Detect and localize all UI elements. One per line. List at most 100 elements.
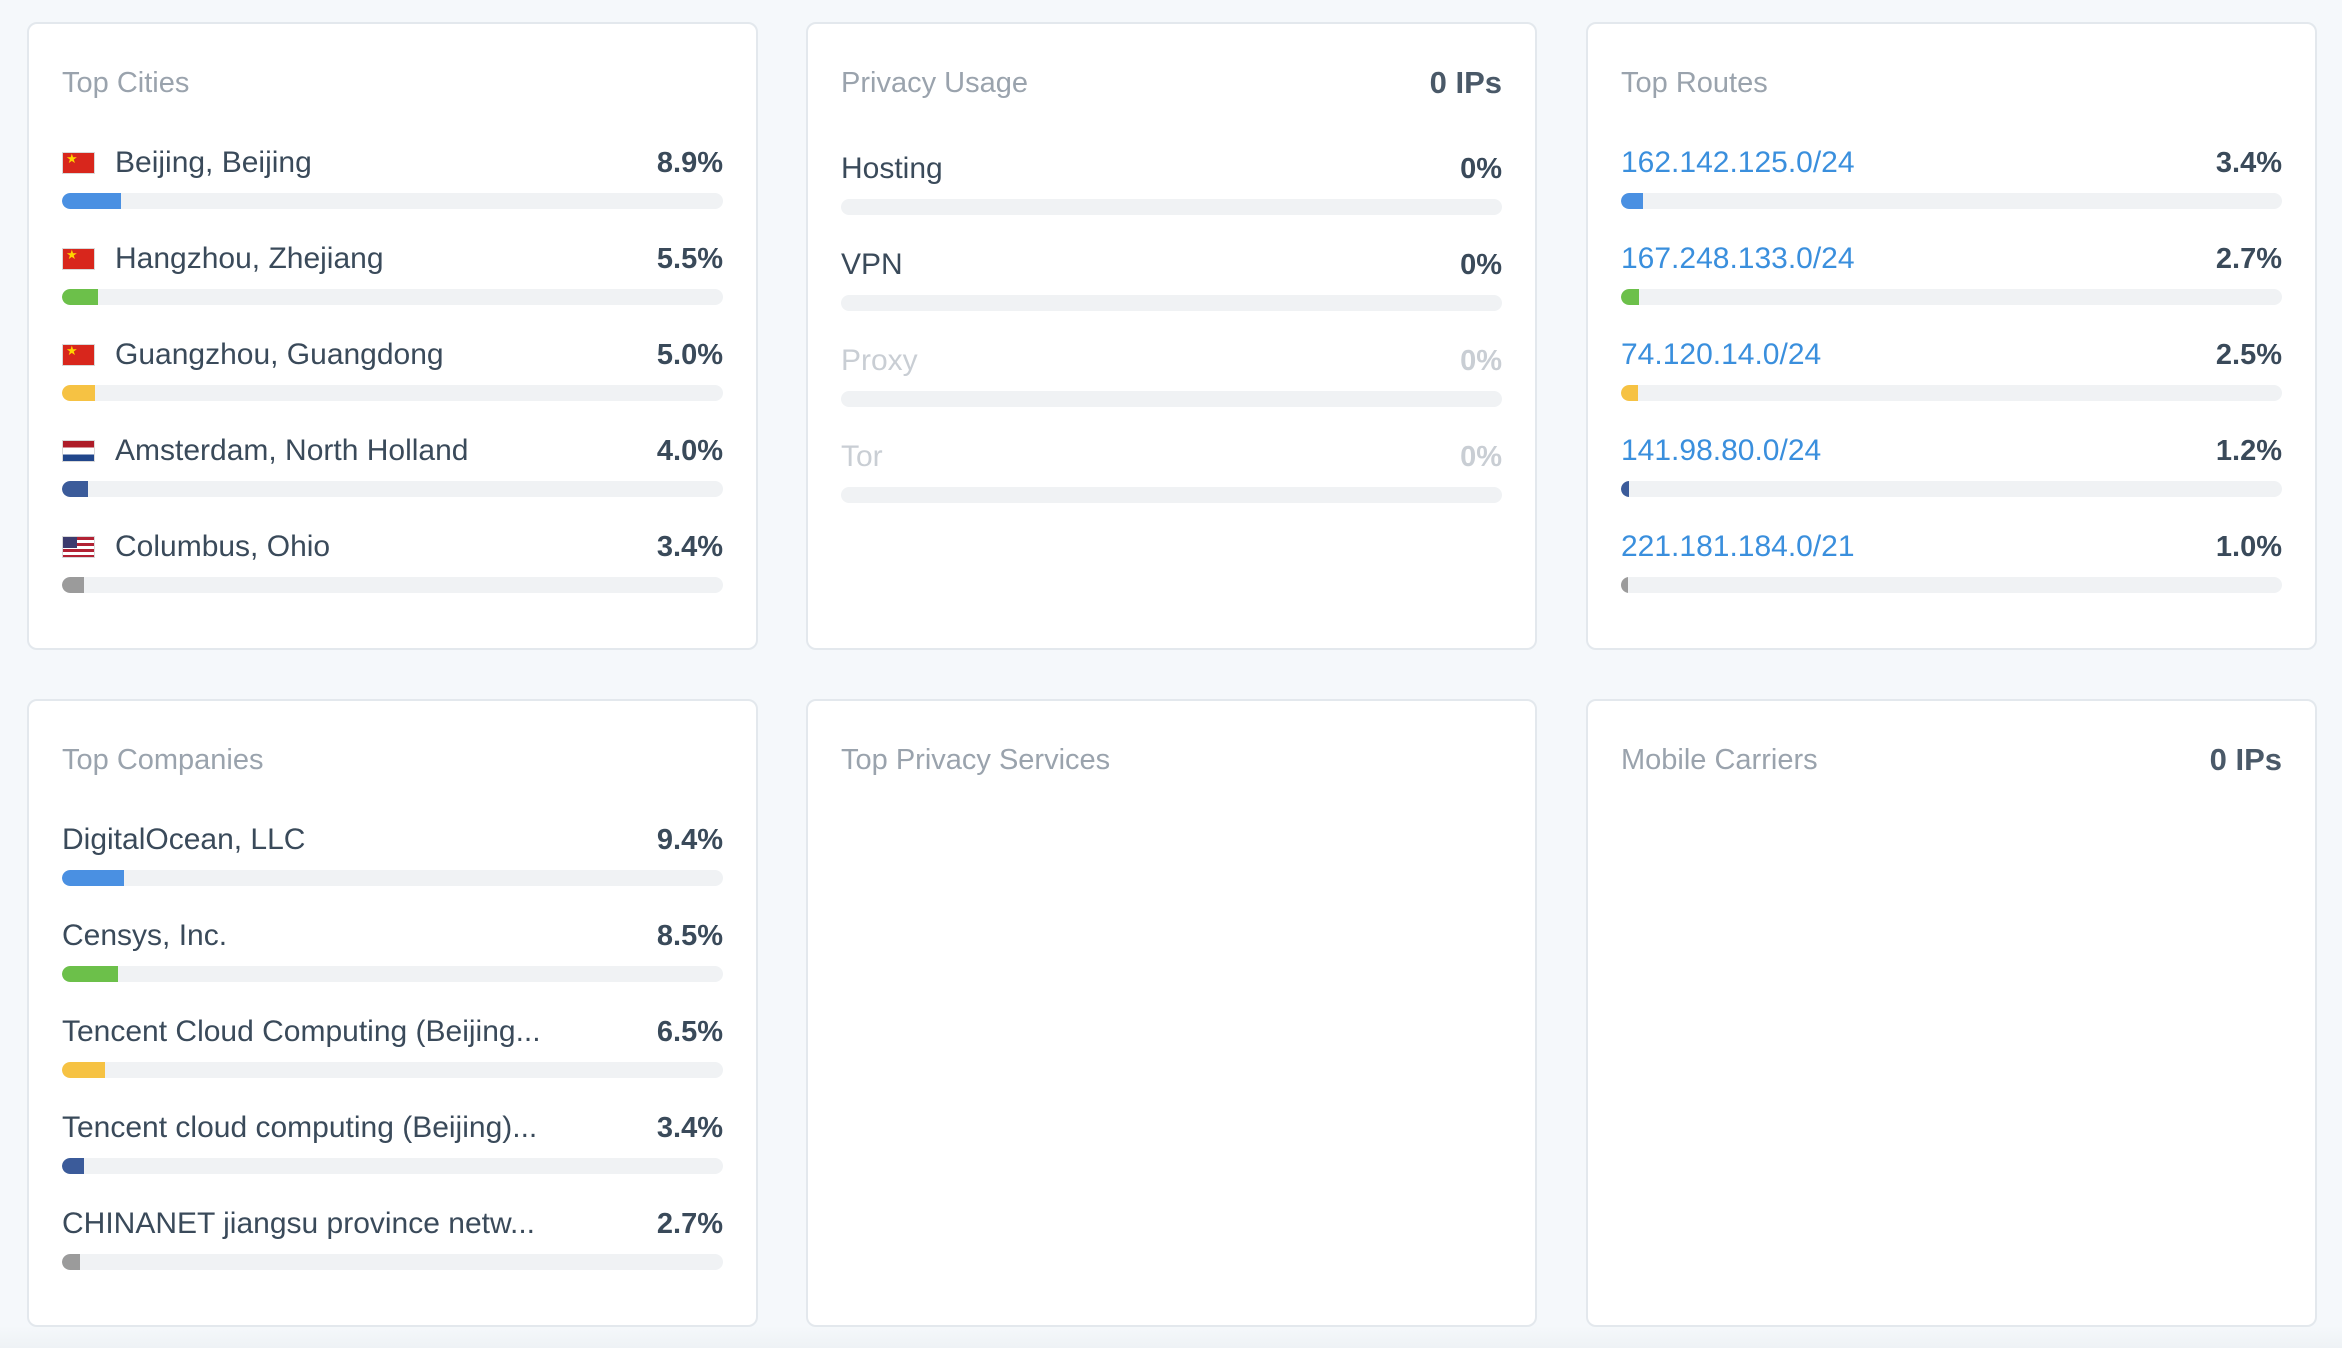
company-row: CHINANET jiangsu province netw... 2.7% bbox=[62, 1200, 723, 1296]
row-percentage: 4.0% bbox=[656, 434, 723, 467]
progress-bar-fill bbox=[1621, 577, 1628, 593]
progress-bar-track bbox=[62, 577, 723, 593]
flag-nl-icon bbox=[62, 440, 95, 462]
row-label-group: Hosting bbox=[841, 152, 943, 186]
privacy-row: Proxy 0% bbox=[841, 337, 1502, 433]
route-link[interactable]: 167.248.133.0/24 bbox=[1621, 242, 1855, 276]
progress-bar-fill bbox=[62, 385, 96, 401]
row-percentage: 5.5% bbox=[656, 242, 723, 275]
route-row: 221.181.184.0/21 1.0% bbox=[1621, 523, 2282, 619]
ip-count: 0 IPs bbox=[2209, 742, 2282, 777]
route-link[interactable]: 141.98.80.0/24 bbox=[1621, 434, 1821, 468]
progress-bar-track bbox=[1621, 385, 2282, 401]
page-bottom-fade bbox=[0, 1326, 2342, 1348]
card-title: Top Cities bbox=[62, 66, 190, 99]
progress-bar-track bbox=[1621, 289, 2282, 305]
row-label-group: 141.98.80.0/24 bbox=[1621, 434, 1821, 468]
dashboard-grid: Top Cities Beijing, Beijing 8.9% Hangzhou,… bbox=[0, 0, 2342, 1348]
row-label: Hosting bbox=[841, 152, 943, 185]
route-row: 167.248.133.0/24 2.7% bbox=[1621, 235, 2282, 331]
card-header: Top Cities bbox=[62, 24, 723, 139]
row-label-group: Tencent cloud computing (Beijing)... bbox=[62, 1111, 537, 1145]
privacy-usage-card: Privacy Usage 0 IPs Hosting 0% VPN 0% Proxy 0… bbox=[806, 22, 1537, 650]
progress-bar-track bbox=[841, 199, 1502, 215]
city-row: Amsterdam, North Holland 4.0% bbox=[62, 427, 723, 523]
progress-bar-track bbox=[62, 1062, 723, 1078]
progress-bar-track bbox=[841, 487, 1502, 503]
row-label-group: 167.248.133.0/24 bbox=[1621, 242, 1855, 276]
privacy-usage-list: Hosting 0% VPN 0% Proxy 0% Tor 0% bbox=[841, 145, 1502, 529]
row-percentage: 3.4% bbox=[656, 530, 723, 563]
progress-bar-track bbox=[62, 193, 723, 209]
row-label: Hangzhou, Zhejiang bbox=[115, 242, 384, 275]
row-percentage: 6.5% bbox=[656, 1015, 723, 1048]
row-header: DigitalOcean, LLC 9.4% bbox=[62, 816, 723, 864]
progress-bar-track bbox=[62, 1254, 723, 1270]
row-label-group: 162.142.125.0/24 bbox=[1621, 146, 1855, 180]
city-row: Guangzhou, Guangdong 5.0% bbox=[62, 331, 723, 427]
route-link[interactable]: 221.181.184.0/21 bbox=[1621, 530, 1855, 564]
progress-bar-fill bbox=[62, 870, 125, 886]
route-link[interactable]: 162.142.125.0/24 bbox=[1621, 146, 1855, 180]
city-row: Beijing, Beijing 8.9% bbox=[62, 139, 723, 235]
row-header: 162.142.125.0/24 3.4% bbox=[1621, 139, 2282, 187]
progress-bar-fill bbox=[62, 481, 89, 497]
top-routes-card: Top Routes 162.142.125.0/24 3.4% 167.248.1… bbox=[1586, 22, 2317, 650]
row-header: Proxy 0% bbox=[841, 337, 1502, 385]
row-percentage: 1.2% bbox=[2215, 434, 2282, 467]
row-header: 74.120.14.0/24 2.5% bbox=[1621, 331, 2282, 379]
top-cities-card: Top Cities Beijing, Beijing 8.9% Hangzhou,… bbox=[27, 22, 758, 650]
row-header: 221.181.184.0/21 1.0% bbox=[1621, 523, 2282, 571]
top-companies-list: DigitalOcean, LLC 9.4% Censys, Inc. 8.5% Ten… bbox=[62, 816, 723, 1296]
row-label: VPN bbox=[841, 248, 903, 281]
row-label-group: 74.120.14.0/24 bbox=[1621, 338, 1821, 372]
flag-cn-icon bbox=[62, 152, 95, 174]
company-row: Tencent Cloud Computing (Beijing... 6.5% bbox=[62, 1008, 723, 1104]
progress-bar-fill bbox=[62, 193, 121, 209]
row-percentage: 8.5% bbox=[656, 919, 723, 952]
city-row: Hangzhou, Zhejiang 5.5% bbox=[62, 235, 723, 331]
row-percentage: 5.0% bbox=[656, 338, 723, 371]
top-cities-list: Beijing, Beijing 8.9% Hangzhou, Zhejiang 5.… bbox=[62, 139, 723, 619]
company-row: Censys, Inc. 8.5% bbox=[62, 912, 723, 1008]
card-header: Top Privacy Services bbox=[841, 701, 1502, 816]
progress-bar-track bbox=[62, 1158, 723, 1174]
row-label-group: Hangzhou, Zhejiang bbox=[62, 242, 384, 276]
row-label: Guangzhou, Guangdong bbox=[115, 338, 444, 371]
progress-bar-fill bbox=[62, 1254, 80, 1270]
row-percentage: 0% bbox=[1460, 152, 1502, 185]
row-percentage: 3.4% bbox=[2215, 146, 2282, 179]
company-row: DigitalOcean, LLC 9.4% bbox=[62, 816, 723, 912]
row-label: Tor bbox=[841, 440, 883, 473]
row-header: Censys, Inc. 8.5% bbox=[62, 912, 723, 960]
progress-bar-fill bbox=[1621, 481, 1629, 497]
card-title: Top Companies bbox=[62, 743, 264, 776]
row-percentage: 8.9% bbox=[656, 146, 723, 179]
privacy-row: VPN 0% bbox=[841, 241, 1502, 337]
row-header: Beijing, Beijing 8.9% bbox=[62, 139, 723, 187]
row-label-group: VPN bbox=[841, 248, 903, 282]
row-header: CHINANET jiangsu province netw... 2.7% bbox=[62, 1200, 723, 1248]
progress-bar-fill bbox=[1621, 289, 1639, 305]
progress-bar-track bbox=[1621, 577, 2282, 593]
progress-bar-fill bbox=[1621, 193, 1644, 209]
row-header: Hangzhou, Zhejiang 5.5% bbox=[62, 235, 723, 283]
row-label-group: Amsterdam, North Holland bbox=[62, 434, 468, 468]
progress-bar-track bbox=[62, 289, 723, 305]
row-percentage: 0% bbox=[1460, 248, 1502, 281]
row-header: Guangzhou, Guangdong 5.0% bbox=[62, 331, 723, 379]
row-header: Tor 0% bbox=[841, 433, 1502, 481]
row-label: Tencent Cloud Computing (Beijing... bbox=[62, 1015, 541, 1048]
progress-bar-fill bbox=[62, 966, 119, 982]
progress-bar-track bbox=[841, 391, 1502, 407]
row-label: Beijing, Beijing bbox=[115, 146, 312, 179]
ip-count: 0 IPs bbox=[1429, 65, 1502, 100]
card-header: Privacy Usage 0 IPs bbox=[841, 24, 1502, 139]
route-link[interactable]: 74.120.14.0/24 bbox=[1621, 338, 1821, 372]
row-header: Columbus, Ohio 3.4% bbox=[62, 523, 723, 571]
mobile-carriers-card: Mobile Carriers 0 IPs bbox=[1586, 699, 2317, 1327]
row-label-group: CHINANET jiangsu province netw... bbox=[62, 1207, 535, 1241]
flag-cn-icon bbox=[62, 248, 95, 270]
row-label-group: Tor bbox=[841, 440, 883, 474]
row-percentage: 2.7% bbox=[2215, 242, 2282, 275]
